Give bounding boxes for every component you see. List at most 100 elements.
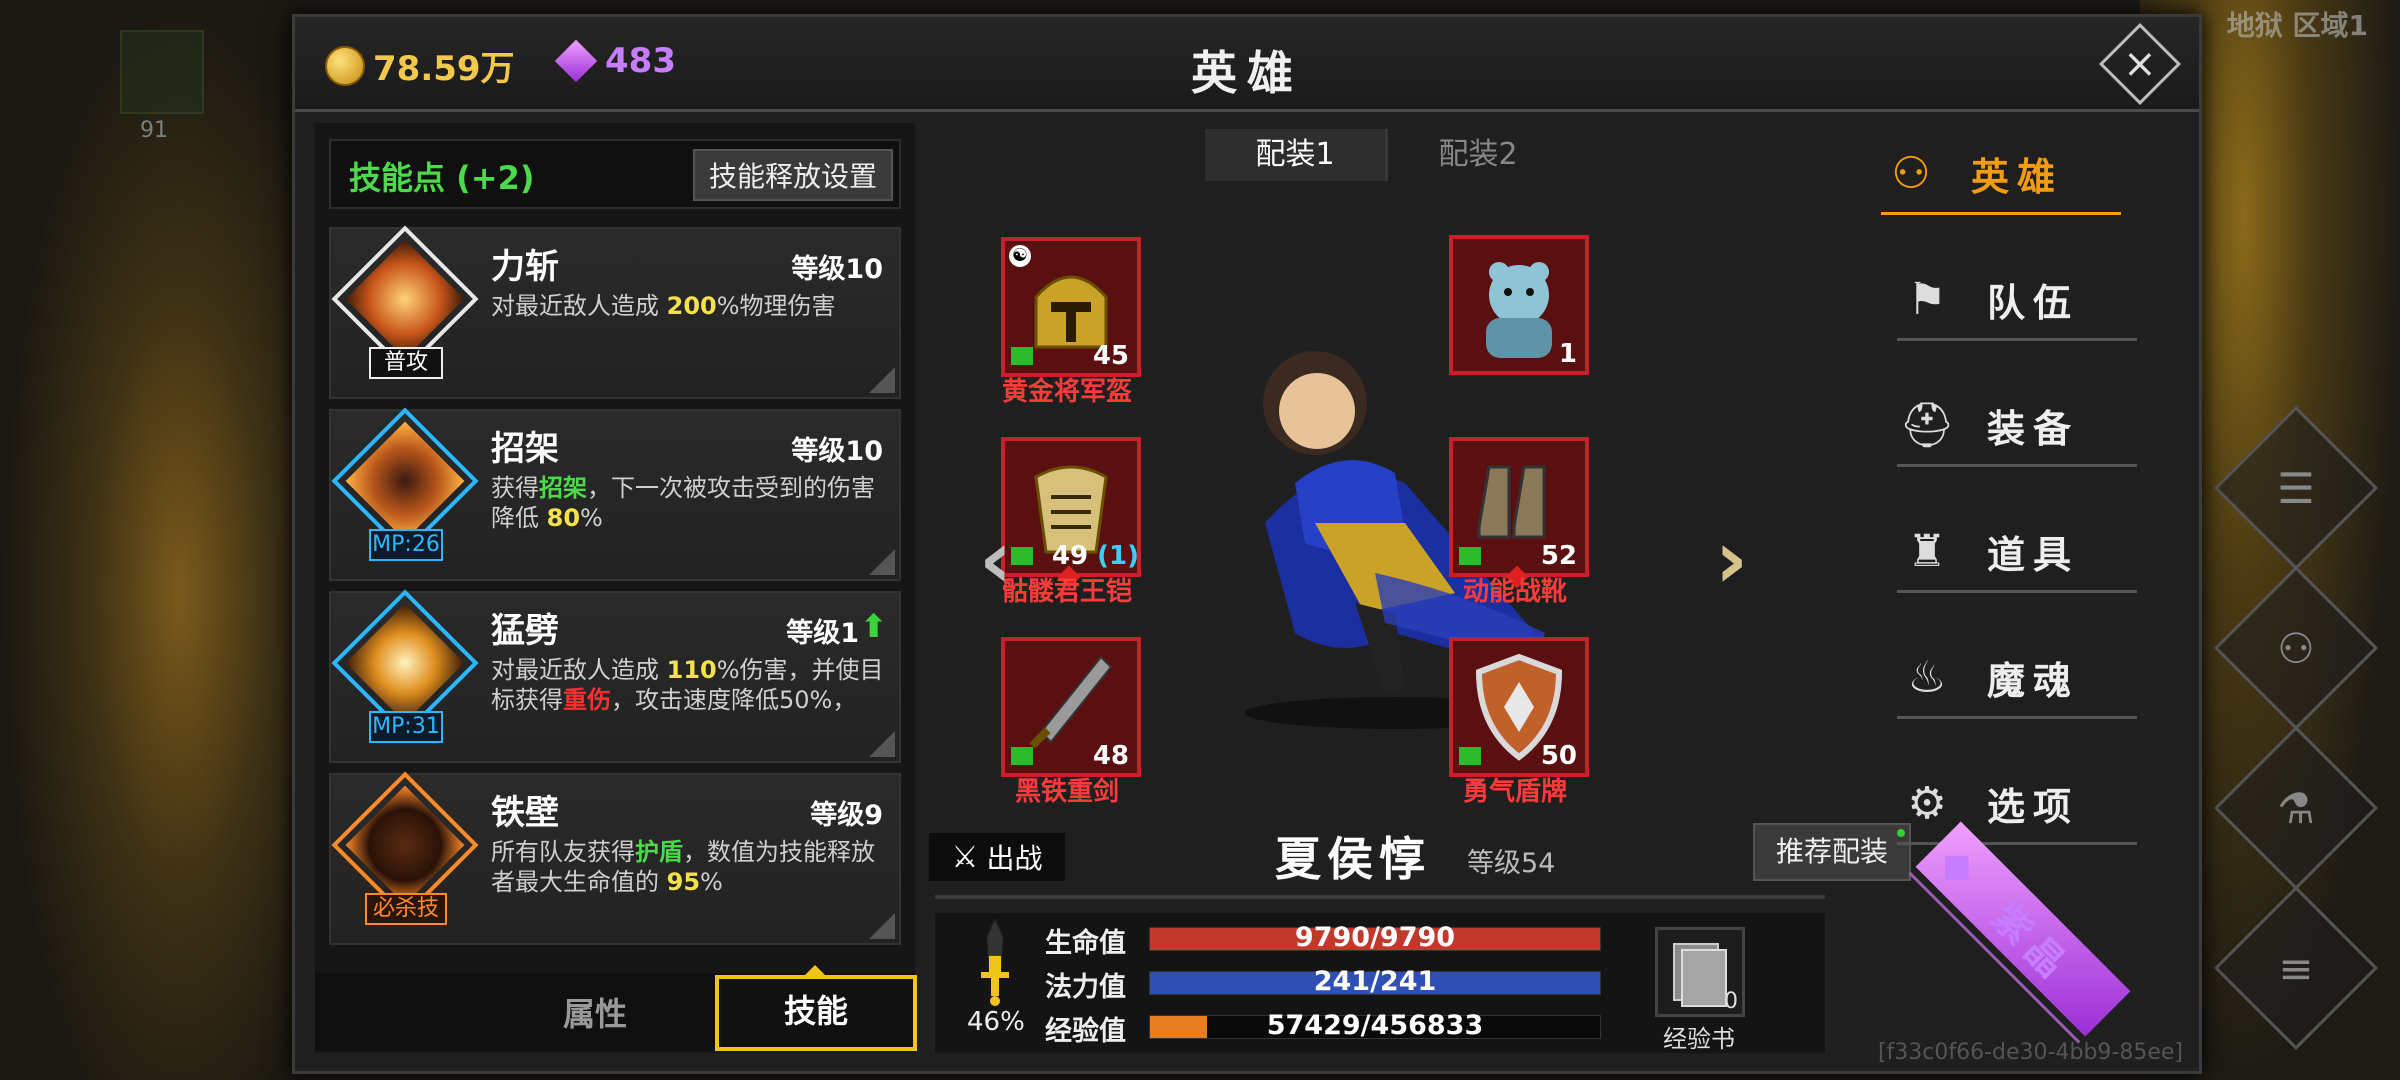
equip-slot-pet[interactable]: 1 (1449, 235, 1589, 375)
item-name: 黄金将军盔 (1001, 377, 1132, 407)
skill-points: 技能点 (+2) (349, 159, 535, 197)
equip-slot-helmet[interactable]: ☯ 45 (1001, 237, 1141, 377)
card-corner (869, 367, 895, 393)
exp-value: 57429/456833 (1266, 1010, 1484, 1041)
mp-value: 241/241 (1313, 966, 1437, 997)
equipment-panel: 配装1 配装2 ☯ 45 黄金将军盔 1 49 (1) 骷髅君王铠 52 动能战… (929, 123, 1911, 1053)
skill-description: 所有队友获得护盾，数值为技能释放者最大生命值的 95% (491, 838, 875, 896)
skill-name: 力斩 (491, 247, 559, 287)
next-hero-arrow[interactable]: › (1715, 513, 1748, 606)
hero-level: 等级54 (1467, 848, 1556, 879)
equip-slot-boots[interactable]: 52 (1449, 437, 1589, 589)
exp-bar: 57429/456833 (1149, 1010, 1601, 1041)
book-icon (1459, 747, 1481, 765)
scroll-icon: ☰ (2277, 463, 2315, 513)
stats-panel: 46% 生命值 9790/9790 法力值 241/241 经验值 57429/… (935, 913, 1825, 1053)
list-icon: ≡ (2278, 943, 2314, 993)
skill-level: 等级9 (810, 800, 883, 831)
level-up-arrow-icon: ⬆ (860, 607, 887, 645)
equip-slot-armor[interactable]: 49 (1) (1001, 437, 1141, 589)
skill-name: 招架 (491, 429, 559, 469)
skill-description: 获得招架，下一次被攻击受到的伤害降低 80% (491, 474, 875, 532)
book-icon (1459, 547, 1481, 565)
book-icon (1011, 347, 1033, 365)
nav-team[interactable]: ⚑ 队伍 (1897, 267, 2137, 341)
nav-items[interactable]: ♜ 道具 (1897, 519, 2137, 593)
skill-card-iron-wall[interactable]: 必杀技 铁壁 等级9 所有队友获得护盾，数值为技能释放者最大生命值的 95% (329, 771, 901, 945)
exp-row: 经验值 57429/456833 (1045, 1009, 1605, 1047)
skill-level: 等级1 (786, 618, 859, 649)
item-level: 50 (1540, 741, 1577, 771)
background-item-slot (120, 30, 204, 114)
hero-name: 夏侯惇 (1275, 832, 1431, 886)
previous-hero-arrow[interactable]: ‹ (979, 513, 1012, 606)
tab-attributes[interactable]: 属性 (505, 989, 685, 1035)
loadout-tabs: 配装1 配装2 (1205, 129, 1568, 181)
exp-label: 经验值 (1045, 1016, 1126, 1047)
equip-slot-shield[interactable]: 50 (1449, 637, 1589, 777)
flag-icon: ⚑ (1907, 273, 1947, 325)
nav-hero[interactable]: ⚇ 英雄 (1881, 141, 2121, 215)
nav-soul[interactable]: ♨ 魔魂 (1897, 645, 2137, 719)
skill-name: 铁壁 (491, 793, 559, 833)
skill-description: 对最近敌人造成 200%物理伤害 (491, 292, 836, 320)
nav-options[interactable]: ⚙ 选项 (1897, 771, 2137, 845)
top-bar: 78.59万 483 英雄 × (295, 17, 2199, 112)
card-corner (869, 549, 895, 575)
skill-release-settings-button[interactable]: 技能释放设置 (692, 149, 893, 201)
people-icon: ⚇ (1891, 147, 1931, 199)
tab-skills[interactable]: 技能 (715, 965, 917, 1051)
people-icon: ⚇ (2277, 623, 2315, 673)
item-name: 动能战靴 (1462, 577, 1567, 607)
divider (935, 895, 1825, 899)
potion-icon: ⚗ (2277, 783, 2315, 833)
item-name: 勇气盾牌 (1462, 777, 1567, 807)
card-corner (869, 731, 895, 757)
game-background-left (0, 0, 300, 1080)
mp-bar: 241/241 (1149, 966, 1601, 997)
skills-panel: 技能点 (+2) 技能释放设置 普攻 力斩 等级10 对最近敌人造成 200%物… (315, 123, 917, 1053)
skill-card-cleave[interactable]: MP:31 猛劈 等级1 ⬆ 对最近敌人造成 110%伤害，并使目标获得重伤，攻… (329, 589, 901, 763)
exp-book-label: 经验书 (1663, 1025, 1735, 1053)
item-name: 黑铁重剑 (1014, 777, 1119, 807)
tab-loadout-1[interactable]: 配装1 (1205, 129, 1385, 181)
bottom-tabs: 属性 技能 (315, 965, 917, 1051)
progress-percent: 46% (967, 1007, 1025, 1037)
skill-description: 对最近敌人造成 110%伤害，并使目标获得重伤，攻击速度降低50%， (491, 656, 884, 714)
crossed-swords-icon: ⚔ (951, 839, 979, 875)
skill-card-power-slash[interactable]: 普攻 力斩 等级10 对最近敌人造成 200%物理伤害 (329, 225, 901, 399)
card-corner (869, 913, 895, 939)
skill-tag: 普攻 (369, 347, 443, 379)
skill-level: 等级10 (791, 436, 883, 467)
book-icon (1011, 747, 1033, 765)
gear-icon: ⚙ (1907, 777, 1947, 829)
hero-panel: 78.59万 483 英雄 × 技能点 (+2) 技能释放设置 普攻 力斩 等级… (292, 14, 2202, 1074)
skill-name: 猛劈 (491, 611, 559, 651)
skill-level: 等级10 (791, 254, 883, 285)
hp-label: 生命值 (1045, 928, 1126, 959)
exp-book-slot[interactable]: 0 (1655, 927, 1745, 1017)
close-icon: × (2123, 40, 2157, 87)
hp-bar: 9790/9790 (1149, 922, 1601, 953)
item-level: 49 (1) (1051, 541, 1139, 571)
hp-row: 生命值 9790/9790 (1045, 921, 1605, 959)
nav-amethyst[interactable]: ◆ 紫晶 (1908, 821, 2131, 1044)
equip-slot-weapon[interactable]: 48 (1001, 637, 1141, 777)
item-level: 48 (1092, 741, 1129, 771)
skill-card-parry[interactable]: MP:26 招架 等级10 获得招架，下一次被攻击受到的伤害降低 80% (329, 407, 901, 581)
hp-value: 9790/9790 (1294, 922, 1456, 953)
bag-icon: ♜ (1907, 525, 1947, 577)
zone-label: 地狱 区域1 (2226, 9, 2368, 42)
item-level: 1 (1558, 339, 1577, 369)
nav-equipment[interactable]: ⛑ 装备 (1897, 393, 2137, 467)
background-item-count: 91 (140, 118, 168, 143)
helmet-icon: ⛑ (1899, 400, 1955, 451)
deploy-button[interactable]: ⚔ 出战 (929, 833, 1065, 881)
skill-tag: MP:31 (369, 711, 443, 743)
yin-yang-icon: ☯ (1009, 245, 1031, 267)
book-icon (1011, 547, 1033, 565)
tab-loadout-2[interactable]: 配装2 (1385, 129, 1568, 181)
page-title: 英雄 (1191, 46, 1303, 100)
mp-label: 法力值 (1045, 972, 1126, 1003)
mp-row: 法力值 241/241 (1045, 965, 1605, 1003)
